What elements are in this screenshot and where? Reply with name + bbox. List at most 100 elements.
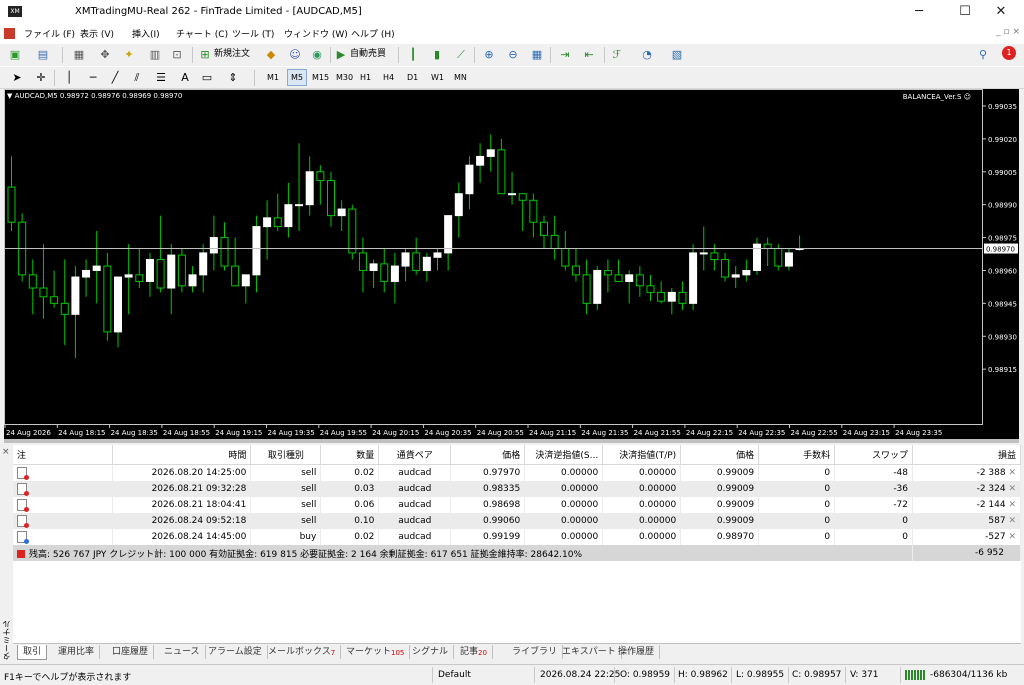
close-position-icon[interactable]: ✕ (1006, 532, 1016, 542)
crosshair-icon[interactable]: ✛ (34, 71, 48, 85)
candlestick-icon[interactable]: ▮ (430, 48, 444, 62)
mdi-window-controls[interactable]: _ ▫ × (996, 27, 1020, 37)
y-tick-label: 0.98915 (988, 366, 1017, 374)
market-watch-icon[interactable]: ▦ (72, 48, 86, 62)
cell-type: sell (250, 464, 322, 481)
tab-4[interactable]: アラーム設定 (203, 645, 268, 659)
tab-11[interactable]: 操作履歴 (613, 645, 661, 659)
column-header[interactable]: 価格 (680, 445, 760, 465)
timeframe-m30[interactable]: M30 (333, 70, 356, 85)
x-tick-label: 24 Aug 21:15 (529, 429, 576, 437)
periods-icon[interactable]: ◔ (640, 48, 654, 62)
column-header[interactable]: 数量 (320, 445, 380, 465)
metaeditor-icon[interactable]: ◆ (264, 48, 278, 62)
signals-icon[interactable]: ◉ (310, 48, 324, 62)
timeframe-m1[interactable]: M1 (264, 70, 282, 85)
community-icon[interactable]: ☺ (288, 48, 302, 62)
timeframe-h1[interactable]: H1 (357, 70, 374, 85)
new-chart-icon[interactable]: ▣ (8, 48, 22, 62)
price-chart[interactable]: 0.99035 0.99020 0.99005 0.98990 0.98975 0.989… (4, 89, 1019, 439)
column-header[interactable]: スワップ (834, 445, 914, 465)
timeframe-m15[interactable]: M15 (309, 70, 332, 85)
navigator-icon[interactable]: ✦ (122, 48, 136, 62)
strategy-tester-icon[interactable]: ⊡ (170, 48, 184, 62)
terminal-icon[interactable]: ▥ (148, 48, 162, 62)
menu-window[interactable]: ウィンドウ (W) (284, 27, 348, 40)
arrows-icon[interactable]: ⇕ (226, 71, 240, 85)
zoom-out-icon[interactable]: ⊖ (506, 48, 520, 62)
column-header[interactable]: 時間 (112, 445, 252, 465)
column-header[interactable]: 注 (13, 445, 114, 465)
tab-2[interactable]: 口座履歴 (107, 645, 155, 659)
position-row[interactable]: 2026.08.24 14:45:00 buy 0.02 audcad 0.99199 0… (13, 529, 1021, 545)
label-icon[interactable]: ▭ (200, 71, 214, 85)
fibonacci-icon[interactable]: ☰ (154, 71, 168, 85)
indicators-icon[interactable]: ℱ (610, 48, 624, 62)
column-header[interactable]: 通貨ペア (378, 445, 452, 465)
trendline-icon[interactable]: ╱ (108, 71, 122, 85)
search-icon[interactable]: ⚲ (976, 48, 990, 62)
tab-5[interactable]: メールボックス7 (263, 645, 342, 659)
timeframe-m5[interactable]: M5 (287, 69, 307, 86)
column-header[interactable]: 価格 (450, 445, 526, 465)
notification-badge[interactable]: 1 (1002, 46, 1016, 60)
bullish-candle (369, 263, 378, 271)
close-button[interactable]: ✕ (978, 0, 1024, 24)
cell-volume: 0.02 (320, 464, 380, 481)
document-icon[interactable] (4, 28, 15, 39)
position-row[interactable]: 2026.08.20 14:25:00 sell 0.02 audcad 0.97970… (13, 464, 1021, 481)
horizontal-line-icon[interactable]: ─ (86, 71, 100, 85)
new-order-button[interactable]: 新規注文 (214, 47, 250, 62)
menu-insert[interactable]: 挿入(I) (132, 27, 160, 40)
tab-6[interactable]: マーケット105 (341, 645, 411, 659)
cursor-icon[interactable]: ➤ (10, 71, 24, 85)
column-header[interactable]: 取引種別 (250, 445, 322, 465)
timeframe-w1[interactable]: W1 (428, 70, 447, 85)
close-position-icon[interactable]: ✕ (1006, 468, 1016, 478)
tab-1[interactable]: 運用比率 (53, 645, 101, 659)
new-order-icon[interactable]: ⊞ (198, 48, 212, 62)
x-tick-label: 24 Aug 20:55 (477, 429, 524, 437)
templates-icon[interactable]: ▧ (670, 48, 684, 62)
menu-file[interactable]: ファイル (F) (24, 27, 75, 40)
menu-view[interactable]: 表示 (V) (80, 27, 114, 40)
data-window-icon[interactable]: ✥ (98, 48, 112, 62)
menu-tools[interactable]: ツール (T) (232, 27, 274, 40)
column-header[interactable]: 決済逆指値(S... (524, 445, 604, 465)
chart-shift-icon[interactable]: ⇤ (582, 48, 596, 62)
bar-chart-icon[interactable]: ┃ (406, 48, 420, 62)
tab-8[interactable]: 記事20 (455, 645, 493, 659)
line-chart-icon[interactable]: ⟋ (454, 48, 468, 62)
profiles-icon[interactable]: ▤ (36, 48, 50, 62)
close-position-icon[interactable]: ✕ (1006, 516, 1016, 526)
tab-label: 操作履歴 (618, 647, 655, 657)
position-row[interactable]: 2026.08.21 18:04:41 sell 0.06 audcad 0.98698… (13, 497, 1021, 513)
tab-3[interactable]: ニュース (159, 645, 206, 659)
text-icon[interactable]: A (178, 71, 192, 85)
close-position-icon[interactable]: ✕ (1006, 484, 1016, 494)
auto-scroll-icon[interactable]: ⇥ (558, 48, 572, 62)
timeframe-d1[interactable]: D1 (404, 70, 421, 85)
menu-chart[interactable]: チャート (C) (176, 27, 228, 40)
minimize-button[interactable]: ─ (896, 0, 942, 24)
bullish-candle (508, 193, 517, 196)
column-header[interactable]: 損益 (912, 445, 1021, 465)
timeframe-mn[interactable]: MN (451, 70, 470, 85)
close-position-icon[interactable]: ✕ (1006, 500, 1016, 510)
menu-help[interactable]: ヘルプ (H) (351, 27, 395, 40)
tab-9[interactable]: ライブラリ (507, 645, 564, 659)
timeframe-h4[interactable]: H4 (380, 70, 397, 85)
tab-7[interactable]: シグナル (407, 645, 455, 659)
tab-0[interactable]: 取引 (17, 645, 48, 660)
channel-icon[interactable]: ⫽ (130, 71, 144, 85)
column-header[interactable]: 手数料 (758, 445, 836, 465)
tile-windows-icon[interactable]: ▦ (530, 48, 544, 62)
zoom-in-icon[interactable]: ⊕ (482, 48, 496, 62)
auto-trading-icon[interactable]: ▶ (334, 48, 348, 62)
vertical-line-icon[interactable]: │ (62, 71, 76, 85)
column-header[interactable]: 決済指値(T/P) (602, 445, 682, 465)
auto-trading-button[interactable]: 自動売買 (350, 47, 386, 62)
terminal-close-icon[interactable]: × (2, 447, 10, 457)
position-row[interactable]: 2026.08.21 09:32:28 sell 0.03 audcad 0.98335… (13, 481, 1021, 497)
position-row[interactable]: 2026.08.24 09:52:18 sell 0.10 audcad 0.99060… (13, 513, 1021, 529)
